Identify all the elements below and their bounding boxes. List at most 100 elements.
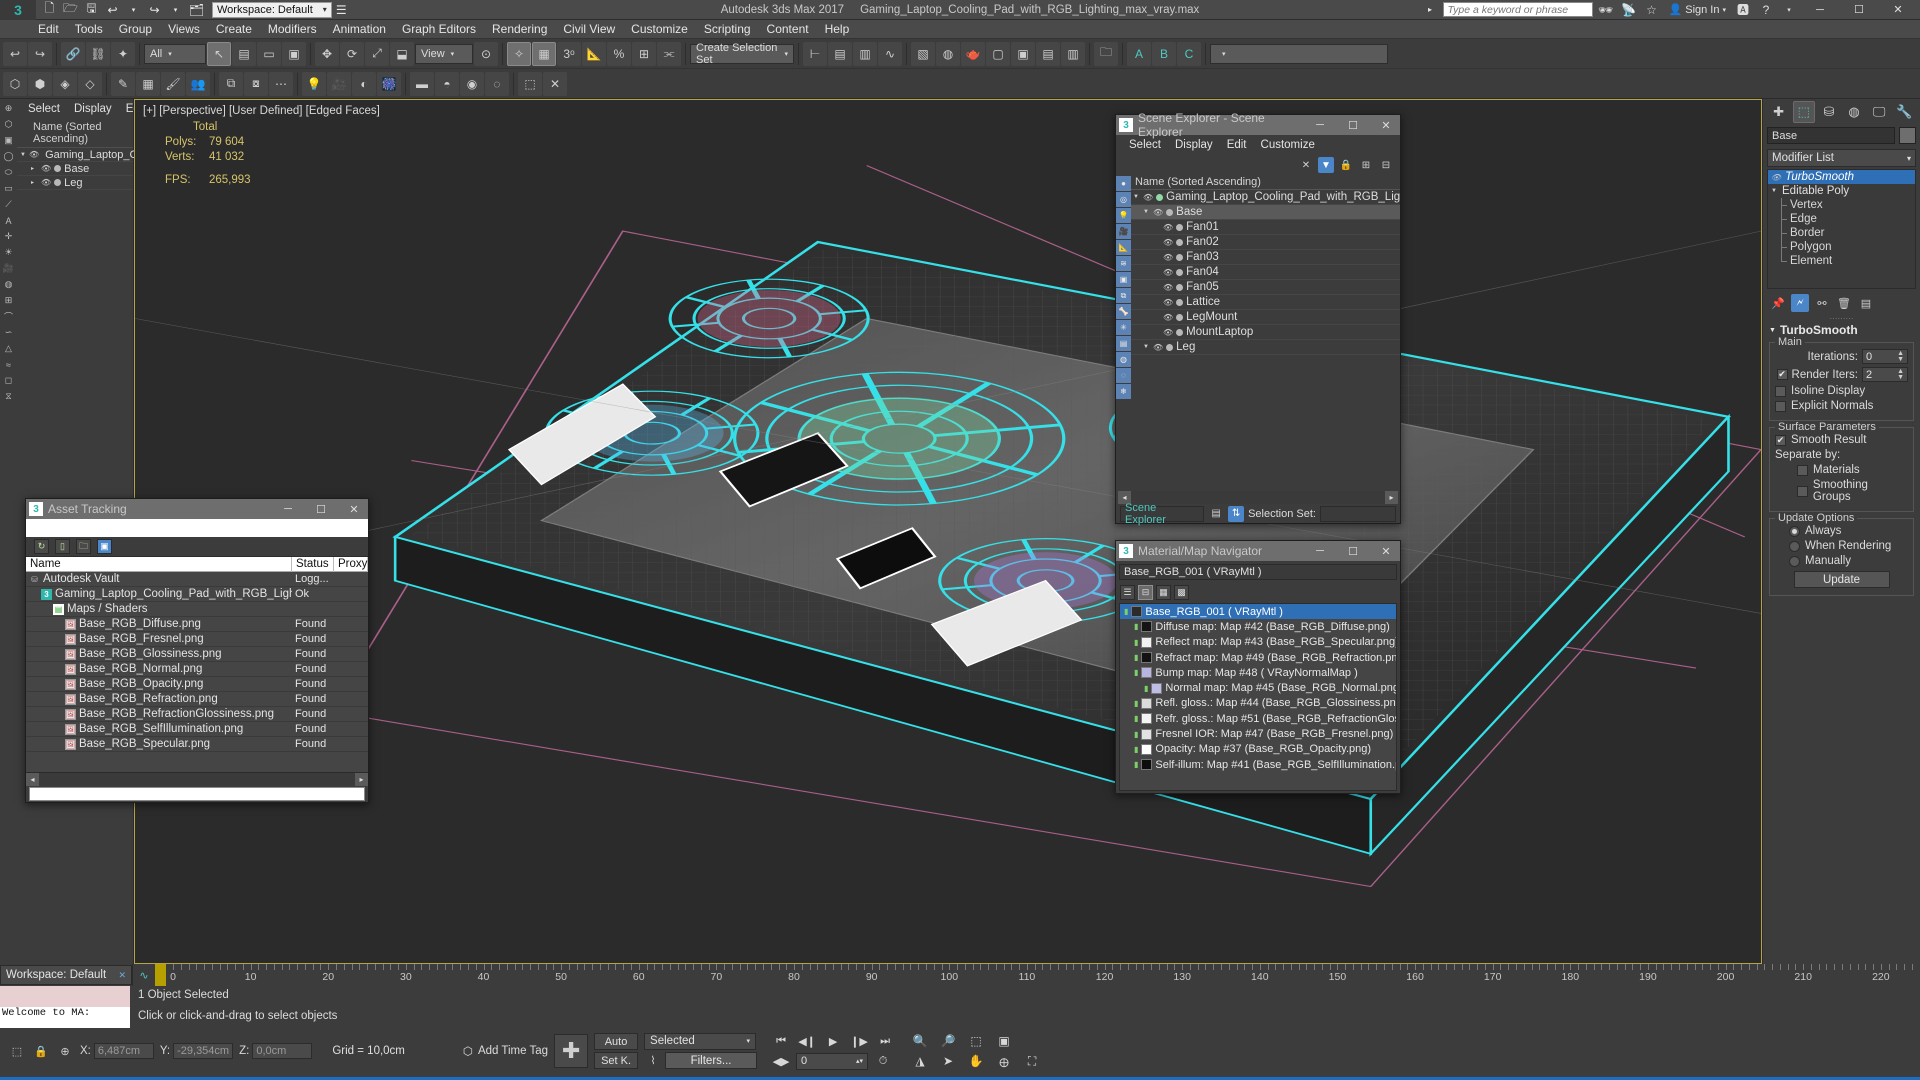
lock-icon[interactable]: 🔒 (1338, 157, 1354, 173)
remove-modifier-icon[interactable]: 🗑 (1835, 294, 1853, 312)
create-panel-icon[interactable]: ⊕ (1, 101, 16, 116)
shell-icon[interactable]: ◻ (1, 373, 16, 388)
viewport-3d-scene[interactable] (135, 100, 1761, 963)
scroll-right-icon[interactable]: ▸ (1385, 491, 1398, 504)
rectangular-region-button[interactable]: ▭ (257, 42, 281, 66)
dock-menu-select[interactable]: Select (21, 103, 67, 115)
dock-menu-display[interactable]: Display (67, 103, 119, 115)
camera-match-icon[interactable]: 🎥 (327, 72, 351, 96)
new-file-icon[interactable]: 🗋 (40, 1, 59, 19)
search-expand-icon[interactable]: ▸ (1421, 1, 1440, 19)
snaps-toggle-button[interactable]: ▦ (532, 42, 556, 66)
when-rendering-radio[interactable] (1789, 541, 1800, 552)
tab-hierarchy[interactable]: ⛁ (1818, 101, 1840, 123)
modifier-list-dropdown[interactable]: Modifier List ▾ (1767, 149, 1916, 167)
material-tree-list[interactable]: ▮Base_RGB_001 ( VRayMtl )▮Diffuse map: M… (1119, 603, 1397, 791)
edit-edges-icon[interactable]: ◈ (53, 72, 77, 96)
eye-icon[interactable]: 👁 (1163, 283, 1173, 292)
z-field[interactable]: 0,0cm (252, 1043, 312, 1059)
scene-explorer-menu-display[interactable]: Display (1168, 139, 1220, 151)
spinner-arrows-icon[interactable]: ▴▾ (856, 1057, 863, 1065)
menu-item-create[interactable]: Create (208, 20, 260, 39)
explicit-normals-row[interactable]: Explicit Normals (1775, 400, 1908, 412)
undo-icon[interactable]: ↩ (103, 1, 122, 19)
tab-motion[interactable]: ◍ (1843, 101, 1865, 123)
separate-smoothing-groups-row[interactable]: Smoothing Groups (1775, 479, 1908, 503)
material-map-navigator-window[interactable]: 3 Material/Map Navigator ─ ☐ ✕ Base_RGB_… (1115, 540, 1401, 794)
previous-frame-icon[interactable]: ◀❙ (795, 1032, 819, 1050)
current-frame-field[interactable]: 0 ▴▾ (796, 1053, 868, 1070)
search-input[interactable]: Type a keyword or phrase (1443, 2, 1593, 17)
asset-row[interactable]: ▤Maps / Shaders (26, 602, 368, 617)
eye-icon[interactable]: 👁 (1163, 253, 1173, 262)
close-icon[interactable]: ✕ (118, 970, 126, 981)
select-and-move-button[interactable]: ✥ (315, 42, 339, 66)
scene-explorer-menu-select[interactable]: Select (1122, 139, 1168, 151)
column-status[interactable]: Status (292, 557, 334, 572)
menu-item-help[interactable]: Help (817, 20, 858, 39)
minimize-button[interactable]: ─ (1306, 541, 1334, 561)
smooth-result-checkbox[interactable]: ✔ (1775, 435, 1786, 446)
close-button[interactable]: ✕ (340, 499, 368, 519)
pan-hand-icon[interactable]: ✋ (963, 1052, 989, 1070)
letter-a-icon[interactable]: A (1127, 42, 1151, 66)
map-swatch[interactable] (1151, 683, 1162, 694)
twist-icon[interactable]: ∽ (1, 325, 16, 340)
always-radio[interactable] (1789, 526, 1800, 537)
eye-icon[interactable]: 👁 (1163, 268, 1173, 277)
scene-explorer-item[interactable]: 👁MountLaptop❄ (1131, 325, 1400, 340)
maximize-viewport-icon[interactable]: ⛶ (1019, 1052, 1045, 1070)
set-key-button[interactable]: Set K. (594, 1052, 638, 1069)
viewport-label[interactable]: [+] [Perspective] [User Defined] [Edged … (143, 105, 380, 117)
helper-icon[interactable]: ✛ (1, 229, 16, 244)
letter-c-icon[interactable]: C (1177, 42, 1201, 66)
manually-radio[interactable] (1789, 556, 1800, 567)
timeline[interactable]: ∿ 01020304050607080901001101201301401501… (132, 964, 1920, 986)
map-swatch[interactable] (1141, 759, 1152, 770)
favorites-star-icon[interactable]: ☆ (1642, 1, 1662, 19)
array-icon[interactable]: ⧉ (219, 72, 243, 96)
maxscript-mini-listener[interactable] (0, 986, 130, 1007)
expand-all-icon[interactable]: ⊞ (1358, 157, 1374, 173)
perspective-viewport[interactable]: [+] [Perspective] [User Defined] [Edged … (134, 99, 1762, 964)
filter-space-warps-icon[interactable]: ≋ (1116, 256, 1131, 271)
filter-bones-icon[interactable]: 🦴 (1116, 304, 1131, 319)
eye-icon[interactable]: 👁 (1163, 298, 1173, 307)
curve-editor-icon[interactable]: ∿ (133, 969, 155, 982)
material-tree-item[interactable]: ▮Refract map: Map #49 (Base_RGB_Refracti… (1120, 650, 1397, 665)
menu-item-group[interactable]: Group (111, 20, 160, 39)
filter-xrefs-icon[interactable]: ⧉ (1116, 288, 1131, 303)
eye-icon[interactable]: 👁 (1163, 223, 1173, 232)
stack-item-editable-poly[interactable]: ▼ Editable Poly (1768, 184, 1915, 198)
scene-explorer-item[interactable]: ▼👁Gaming_Laptop_Cooling_Pad_with_RGB_Lig… (1131, 190, 1400, 205)
schematic-view-button[interactable]: ▧ (911, 42, 935, 66)
scene-explorer-item[interactable]: ▼👁Leg❄ (1131, 340, 1400, 355)
eye-icon[interactable]: 👁 (29, 150, 39, 159)
redo-icon[interactable]: ↪ (145, 1, 164, 19)
filter-cameras-icon[interactable]: 🎥 (1116, 224, 1131, 239)
scene-explorer-item[interactable]: 👁Lattice❄ (1131, 295, 1400, 310)
filter-geometry-icon[interactable]: ● (1116, 176, 1131, 191)
rendered-frame-window-button[interactable]: ▢ (986, 42, 1010, 66)
workspace-tab[interactable]: Workspace: Default ✕ (0, 965, 132, 985)
dock-list-item[interactable]: ▸👁Base (17, 162, 133, 176)
viewport-shading-wire-icon[interactable]: ◌ (485, 72, 509, 96)
select-and-scale-button[interactable]: ⤢ (365, 42, 389, 66)
scroll-right-icon[interactable]: ▸ (355, 773, 368, 786)
asset-tracking-window[interactable]: 3 Asset Tracking ─ ☐ ✕ ↻ ▯ 🗀 ▣ Name Stat… (25, 498, 369, 803)
window-crossing-button[interactable]: ▣ (282, 42, 306, 66)
separate-materials-row[interactable]: Materials (1775, 464, 1908, 476)
chevron-down-icon[interactable]: ▼ (1143, 209, 1150, 215)
named-selection-set-combo[interactable]: Create Selection Set ▾ (690, 44, 794, 64)
filters-button[interactable]: Filters... (665, 1052, 757, 1069)
material-tree-item[interactable]: ▮Self-illum: Map #41 (Base_RGB_SelfIllum… (1120, 757, 1397, 772)
light-lister-icon[interactable]: 💡 (302, 72, 326, 96)
render-iters-checkbox[interactable]: ✔ (1777, 369, 1788, 380)
menu-item-animation[interactable]: Animation (325, 20, 394, 39)
unlink-button[interactable]: ⛓ (86, 42, 110, 66)
filter-shapes-icon[interactable]: ◎ (1116, 192, 1131, 207)
orbit-icon[interactable]: 🜨 (991, 1052, 1017, 1070)
asset-status-field[interactable] (29, 787, 365, 801)
scene-explorer-item[interactable]: 👁Fan01❄ (1131, 220, 1400, 235)
menu-item-rendering[interactable]: Rendering (484, 20, 555, 39)
